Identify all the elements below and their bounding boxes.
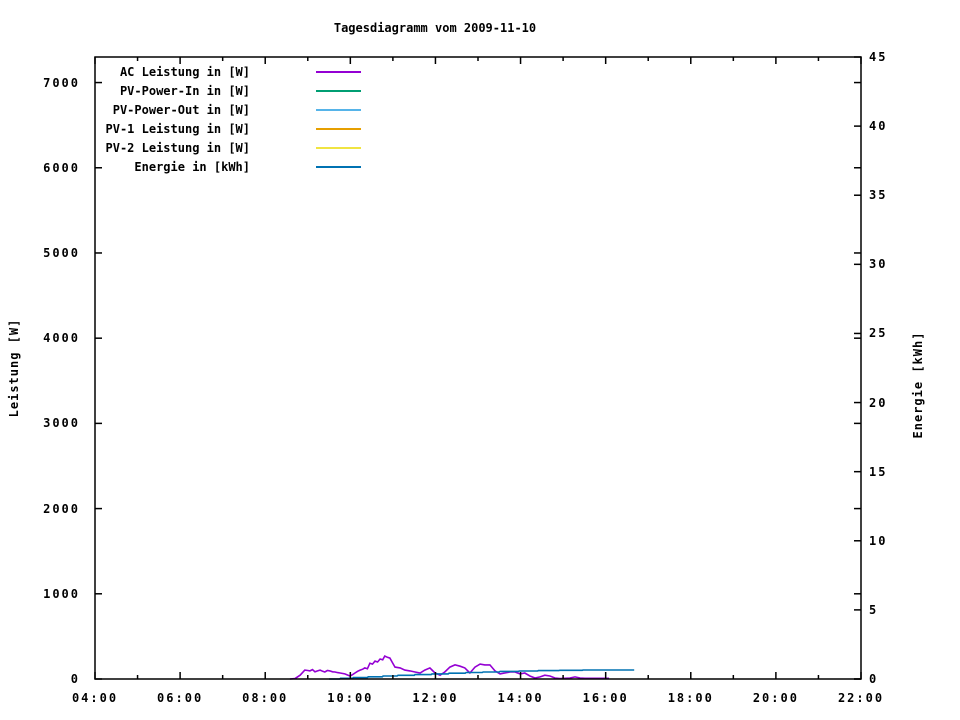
legend-item: PV-Power-Out in [W] (40, 100, 361, 119)
legend-item: AC Leistung in [W] (40, 62, 361, 81)
x-tick-label: 08:00 (242, 691, 289, 705)
x-tick-label: 10:00 (327, 691, 374, 705)
x-tick-label: 22:00 (837, 691, 885, 705)
legend-item: Energie in [kWh] (40, 157, 361, 176)
legend-item: PV-Power-In in [W] (40, 81, 361, 100)
y2-tick-label: 20 (869, 395, 888, 410)
legend-item: PV-1 Leistung in [W] (40, 119, 361, 138)
y-tick-label: 0 (70, 672, 80, 686)
legend-item-line-sample (316, 127, 361, 130)
x-tick-label: 18:00 (667, 691, 714, 705)
y2-tick-label: 15 (869, 464, 888, 479)
legend-item-label: PV-1 Leistung in [W] (105, 121, 251, 136)
x-tick-label: 20:00 (752, 691, 799, 705)
legend-item-line-sample (316, 70, 361, 73)
legend-item-label: PV-Power-Out in [W] (112, 102, 250, 117)
y-tick-label: 3000 (43, 416, 80, 431)
y-tick-label: 5000 (43, 245, 80, 260)
x-tick-label: 06:00 (157, 691, 204, 705)
y-axis-title: Leistung [W] (7, 318, 21, 418)
y-tick-label: 2000 (43, 501, 80, 516)
y2-axis-title: Energie [kWh] (911, 331, 925, 439)
legend-item-line-sample (316, 108, 361, 111)
x-tick-label: 04:00 (71, 691, 119, 705)
y2-tick-label: 10 (869, 533, 888, 548)
legend-item: PV-2 Leistung in [W] (40, 138, 361, 157)
legend-item-label: PV-Power-In in [W] (119, 83, 250, 98)
legend-item-label: AC Leistung in [W] (119, 64, 250, 79)
y2-tick-label: 40 (869, 119, 888, 134)
legend-item-label: PV-2 Leistung in [W] (105, 140, 251, 155)
y2-tick-label: 25 (869, 326, 888, 341)
x-tick-label: 12:00 (412, 691, 459, 705)
legend: AC Leistung in [W] PV-Power-In in [W] PV-P… (40, 62, 361, 176)
legend-item-line-sample (316, 146, 361, 149)
y-tick-label: 4000 (43, 331, 80, 346)
chart-canvas: Tagesdiagramm vom 2009-11-10 Leistung [W… (0, 0, 960, 720)
legend-item-label: Energie in [kWh] (134, 159, 250, 174)
x-tick-label: 14:00 (497, 691, 544, 705)
y-tick-label: 1000 (43, 586, 80, 601)
x-tick-label: 16:00 (582, 691, 629, 705)
y2-tick-label: 35 (869, 188, 888, 203)
series-line-ac-leistung-in-w- (289, 654, 610, 680)
legend-item-line-sample (316, 165, 361, 168)
y2-tick-label: 45 (869, 50, 888, 64)
y2-tick-label: 5 (869, 602, 879, 617)
legend-item-line-sample (316, 89, 361, 92)
y2-tick-label: 0 (869, 672, 879, 686)
y2-tick-label: 30 (869, 257, 888, 272)
